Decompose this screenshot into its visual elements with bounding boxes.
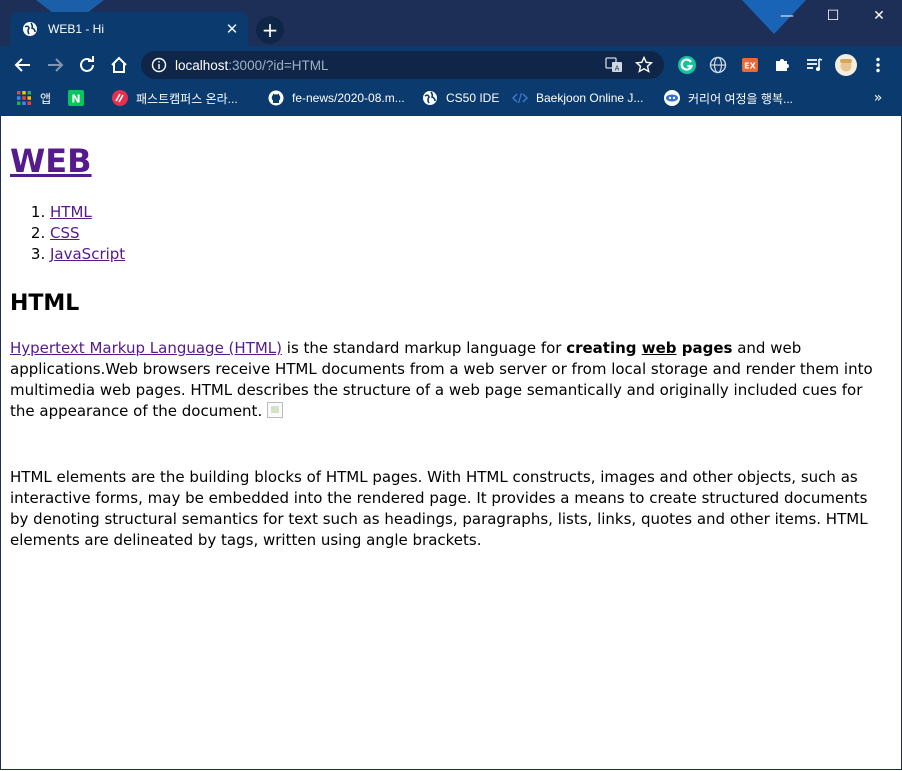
- nav-link-css[interactable]: CSS: [50, 224, 80, 242]
- svg-text:EX: EX: [744, 62, 756, 71]
- article-heading: HTML: [10, 291, 80, 316]
- globe-icon: [22, 21, 38, 37]
- bookmark-label: 커리어 여정을 행복...: [688, 91, 793, 106]
- home-button[interactable]: [104, 50, 134, 80]
- puzzle-icon[interactable]: [770, 53, 794, 77]
- svg-text:N: N: [71, 93, 80, 106]
- bookmark-label: CS50 IDE: [446, 91, 500, 105]
- bookmark-career[interactable]: 커리어 여정을 행복...: [658, 85, 799, 111]
- nav-link-javascript[interactable]: JavaScript: [50, 245, 125, 263]
- forward-button[interactable]: [40, 50, 70, 80]
- ex-extension-icon[interactable]: EX: [738, 53, 762, 77]
- naver-icon: N: [68, 90, 84, 106]
- reading-list-icon[interactable]: [802, 53, 826, 77]
- topic-list: HTML CSS JavaScript: [10, 202, 125, 265]
- site-title: WEB: [10, 142, 92, 180]
- tab-close-icon[interactable]: ✕: [220, 17, 244, 41]
- fastcampus-icon: [112, 90, 128, 106]
- bookmark-cs50[interactable]: CS50 IDE: [416, 85, 505, 111]
- arrow-left-icon: [14, 58, 30, 72]
- bookmark-label: fe-news/2020-08.m...: [292, 91, 405, 105]
- list-item: HTML: [50, 202, 125, 223]
- broken-image-icon: [266, 402, 283, 418]
- grammarly-icon[interactable]: [675, 53, 699, 77]
- tab-title: WEB1 - Hi: [48, 22, 105, 36]
- address-bar[interactable]: localhost:3000/?id=HTML A: [141, 51, 664, 79]
- maximize-button[interactable]: ☐: [810, 2, 856, 30]
- html-wiki-link[interactable]: Hypertext Markup Language (HTML): [10, 339, 282, 357]
- new-tab-button[interactable]: +: [256, 16, 284, 44]
- browser-chrome: WEB1 - Hi ✕ + — ☐ ✕ localhost:3000/?id=H…: [0, 0, 902, 116]
- close-window-button[interactable]: ✕: [856, 2, 902, 30]
- minimize-button[interactable]: —: [764, 2, 810, 30]
- url-text[interactable]: localhost:3000/?id=HTML: [175, 58, 604, 73]
- star-icon[interactable]: [634, 55, 654, 75]
- bookmark-label: 패스트캠퍼스 온라...: [136, 91, 238, 106]
- list-item: JavaScript: [50, 244, 125, 265]
- home-icon: [111, 56, 127, 73]
- kebab-menu-icon[interactable]: [866, 53, 890, 77]
- reload-icon: [80, 56, 94, 72]
- reload-button[interactable]: [72, 50, 102, 80]
- paragraph-elements: HTML elements are the building blocks of…: [10, 468, 868, 549]
- bookmark-apps[interactable]: 앱: [10, 85, 57, 111]
- nav-link-html[interactable]: HTML: [50, 203, 92, 221]
- translate-icon[interactable]: A: [604, 55, 624, 75]
- profile-avatar[interactable]: [834, 53, 858, 77]
- page-viewport: WEB HTML CSS JavaScript HTML Hypertext M…: [0, 116, 902, 770]
- bookmark-label: Baekjoon Online J...: [536, 91, 644, 105]
- bookmarks-overflow-button[interactable]: »: [866, 86, 890, 110]
- toolbar: localhost:3000/?id=HTML A EX: [0, 46, 902, 84]
- site-title-link[interactable]: WEB: [10, 142, 92, 180]
- arrow-right-icon: [48, 58, 64, 72]
- back-button[interactable]: [8, 50, 38, 80]
- globe-icon: [422, 90, 438, 106]
- globe-extension-icon[interactable]: [706, 53, 730, 77]
- bookmarks-bar: 앱 N 패스트캠퍼스 온라... fe-news/2020-08.m... CS…: [0, 84, 902, 112]
- svg-text:A: A: [615, 65, 620, 73]
- bookmark-naver[interactable]: N: [62, 85, 98, 111]
- github-icon: [268, 90, 284, 106]
- apps-grid-icon: [16, 90, 32, 106]
- info-icon[interactable]: [151, 57, 167, 73]
- title-bar: WEB1 - Hi ✕ + — ☐ ✕: [0, 0, 902, 46]
- code-icon: [512, 90, 528, 106]
- career-icon: [664, 90, 680, 106]
- paragraph-intro: Hypertext Markup Language (HTML) is the …: [10, 339, 873, 420]
- bookmark-label: 앱: [40, 91, 52, 106]
- bookmark-fastcampus[interactable]: 패스트캠퍼스 온라...: [106, 85, 244, 111]
- list-item: CSS: [50, 223, 125, 244]
- bookmark-fe-news[interactable]: fe-news/2020-08.m...: [262, 85, 411, 111]
- browser-tab[interactable]: WEB1 - Hi ✕: [10, 12, 248, 46]
- bookmark-baekjoon[interactable]: Baekjoon Online J...: [506, 85, 649, 111]
